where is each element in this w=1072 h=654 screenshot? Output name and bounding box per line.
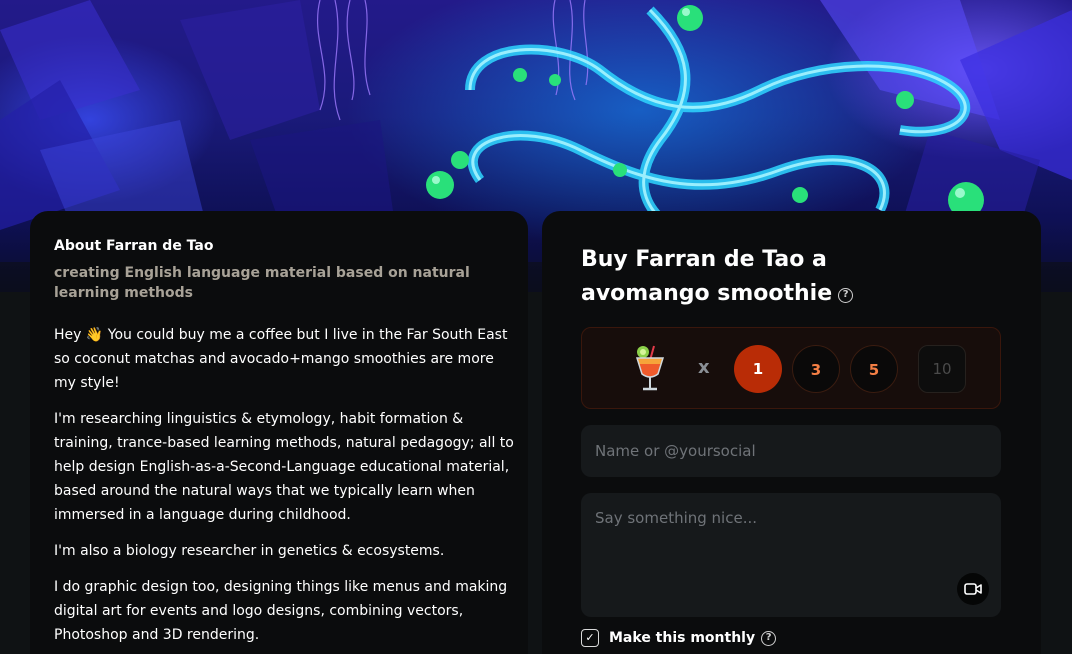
about-body: Hey 👋 You could buy me a coffee but I li… — [54, 323, 514, 654]
message-field — [581, 493, 1001, 617]
monthly-checkbox[interactable]: ✓ — [581, 629, 599, 647]
about-paragraph-design: I do graphic design too, designing thing… — [54, 579, 508, 643]
message-input[interactable] — [581, 493, 1001, 617]
buy-title-text: Buy Farran de Tao a avomango smoothie — [581, 247, 833, 306]
buy-card: Buy Farran de Tao a avomango smoothie? x… — [542, 211, 1041, 654]
video-camera-icon — [964, 583, 982, 595]
quantity-option-5[interactable]: 5 — [850, 345, 898, 393]
monthly-option: ✓ Make this monthly ? — [581, 628, 777, 648]
multiply-sign: x — [698, 357, 710, 378]
about-paragraph-research: I'm researching linguistics & etymology,… — [54, 411, 514, 523]
question-circle-icon[interactable]: ? — [838, 288, 854, 303]
tropical-drink-icon — [635, 345, 665, 391]
custom-quantity-input[interactable]: 10 — [918, 345, 966, 393]
about-paragraph-intro: Hey 👋 You could buy me a coffee but I li… — [54, 327, 508, 391]
about-card: About Farran de Tao creating English lan… — [30, 211, 528, 654]
name-input[interactable] — [581, 425, 1001, 477]
question-circle-icon[interactable]: ? — [761, 630, 777, 646]
quantity-option-1[interactable]: 1 — [734, 345, 782, 393]
quantity-picker: x 1 3 5 10 — [581, 327, 1001, 409]
buy-title: Buy Farran de Tao a avomango smoothie? — [581, 243, 961, 311]
video-message-button[interactable] — [957, 573, 989, 605]
about-title: About Farran de Tao — [54, 238, 214, 254]
quantity-option-3[interactable]: 3 — [792, 345, 840, 393]
about-paragraph-biology: I'm also a biology researcher in genetic… — [54, 543, 445, 559]
about-subtitle: creating English language material based… — [54, 265, 470, 301]
monthly-label: Make this monthly — [609, 630, 756, 646]
